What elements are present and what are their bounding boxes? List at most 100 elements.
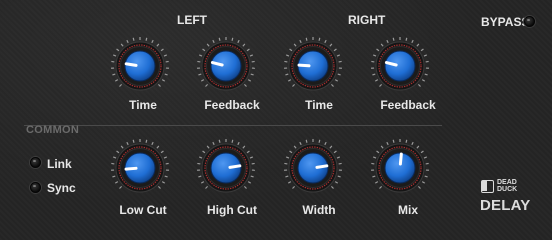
width-knob[interactable] — [283, 138, 343, 198]
knob-tick — [157, 185, 161, 189]
knob-tick — [112, 73, 116, 76]
knob-tick — [417, 185, 421, 189]
knob-tick — [249, 156, 254, 159]
knob-tick — [116, 150, 120, 154]
knob-tick — [329, 43, 333, 47]
right-feedback-knob[interactable] — [370, 36, 430, 96]
knob-pointer — [124, 166, 138, 171]
knob-tick — [145, 37, 148, 41]
knob-tick — [386, 39, 389, 44]
high-cut-label: High Cut — [207, 203, 257, 217]
knob-tick — [249, 54, 254, 57]
knob-tick — [299, 141, 302, 146]
knob-tick — [202, 48, 206, 52]
knob-tick — [374, 79, 379, 82]
knob-tick — [337, 175, 341, 178]
knob-tick — [416, 145, 420, 149]
knob-tick — [243, 83, 247, 87]
logo-line-1: DEAD — [497, 179, 517, 186]
knob-tick — [120, 43, 124, 47]
knob-tick — [417, 83, 421, 87]
knob-tick — [202, 150, 206, 154]
right-group-label: RIGHT — [348, 13, 386, 27]
knob-tick — [305, 37, 308, 41]
knob-tick — [376, 150, 380, 154]
knob-tick — [330, 83, 334, 87]
knob-pointer — [398, 152, 403, 166]
knob-tick — [157, 83, 161, 87]
knob-tick — [119, 185, 123, 189]
knob-tick — [242, 145, 246, 149]
knob-tick — [198, 73, 202, 76]
section-divider — [24, 125, 442, 126]
left-feedback-knob[interactable] — [196, 36, 256, 96]
knob-tick — [205, 83, 209, 87]
knob-graphic — [111, 37, 169, 91]
knob-tick — [246, 48, 250, 52]
knob-tick — [372, 54, 377, 57]
knob-tick — [336, 54, 341, 57]
low-cut-knob[interactable] — [110, 138, 170, 198]
logo-line-2: DUCK — [497, 186, 518, 193]
logo-brand: DEAD DUCK — [497, 179, 517, 193]
knob-tick — [112, 54, 117, 57]
knob-tick — [292, 83, 296, 87]
width-label: Width — [302, 203, 336, 217]
mix-knob[interactable] — [370, 138, 430, 198]
knob-tick — [205, 185, 209, 189]
knob-tick — [156, 43, 160, 47]
knob-tick — [411, 39, 414, 44]
knob-tick — [126, 39, 129, 44]
knob-tick — [318, 139, 321, 143]
knob-graphic — [284, 37, 342, 91]
link-label: Link — [47, 157, 72, 171]
knob-tick — [334, 181, 339, 184]
knob-tick — [324, 39, 327, 44]
knob-tick — [237, 39, 240, 44]
knob-tick — [164, 73, 168, 76]
right-time-knob[interactable] — [283, 36, 343, 96]
knob-tick — [405, 37, 408, 41]
knob-graphic — [371, 139, 429, 193]
knob-tick — [198, 54, 203, 57]
knob-tick — [237, 141, 240, 146]
knob-tick — [318, 37, 321, 41]
knob-tick — [411, 141, 414, 146]
knob-tick — [379, 83, 383, 87]
knob-tick — [212, 39, 215, 44]
knob-tick — [337, 73, 341, 76]
knob-tick — [287, 181, 292, 184]
knob-tick — [132, 139, 135, 143]
knob-tick — [285, 175, 289, 178]
knob-tick — [293, 145, 297, 149]
knob-tick — [231, 139, 234, 143]
knob-tick — [386, 141, 389, 146]
sync-toggle[interactable] — [30, 182, 41, 193]
link-toggle[interactable] — [30, 157, 41, 168]
knob-tick — [372, 73, 376, 76]
knob-tick — [242, 43, 246, 47]
knob-tick — [112, 156, 117, 159]
knob-tick — [333, 150, 337, 154]
knob-tick — [379, 185, 383, 189]
knob-graphic — [284, 139, 342, 193]
knob-tick — [126, 141, 129, 146]
high-cut-knob[interactable] — [196, 138, 256, 198]
knob-tick — [305, 139, 308, 143]
knob-tick — [132, 37, 135, 41]
knob-graphic — [197, 37, 255, 91]
low-cut-label: Low Cut — [119, 203, 167, 217]
knob-tick — [161, 79, 166, 82]
left-feedback-label: Feedback — [204, 98, 260, 112]
knob-tick — [247, 181, 252, 184]
knob-tick — [206, 145, 210, 149]
bypass-toggle[interactable] — [524, 16, 535, 27]
knob-tick — [151, 141, 154, 146]
knob-tick — [112, 175, 116, 178]
left-group-label: LEFT — [177, 13, 207, 27]
knob-tick — [420, 150, 424, 154]
knob-tick — [250, 73, 254, 76]
left-time-knob[interactable] — [110, 36, 170, 96]
knob-tick — [420, 48, 424, 52]
knob-tick — [119, 83, 123, 87]
